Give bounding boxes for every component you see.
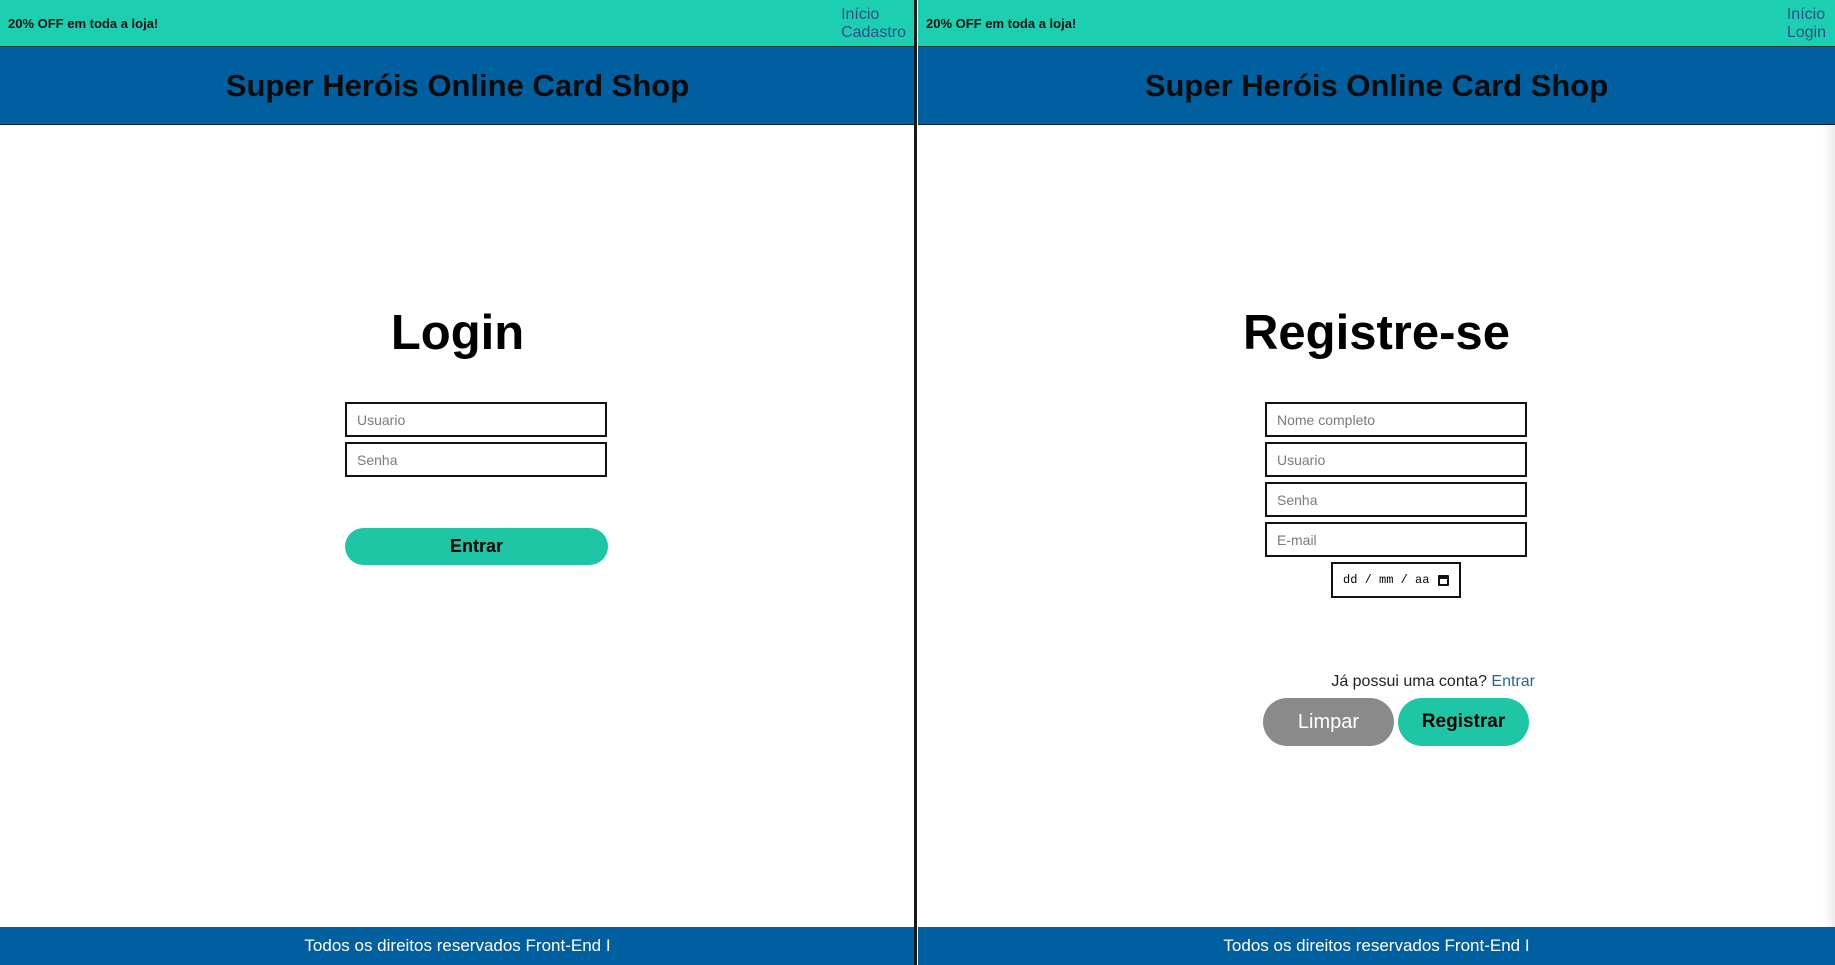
clear-button[interactable]: Limpar [1263, 698, 1394, 746]
have-account-prompt: Já possui uma conta? Entrar [1331, 673, 1535, 691]
nav-link-cadastro[interactable]: Cadastro [841, 24, 906, 42]
nav-link-inicio[interactable]: Início [1787, 6, 1826, 24]
promo-bar: 20% OFF em toda a loja! Início Login [918, 0, 1835, 47]
top-nav: Início Cadastro [841, 6, 906, 42]
fullname-input[interactable] [1265, 402, 1527, 437]
email-input[interactable] [1265, 522, 1527, 557]
username-input[interactable] [1265, 442, 1527, 477]
date-placeholder: dd / mm / aa [1343, 573, 1430, 587]
nav-link-login[interactable]: Login [1787, 24, 1826, 42]
have-account-text: Já possui uma conta? [1331, 673, 1487, 690]
password-input[interactable] [345, 442, 607, 477]
password-input[interactable] [1265, 482, 1527, 517]
site-title: Super Heróis Online Card Shop [1144, 68, 1609, 103]
footer-text: Todos os direitos reservados Front-End I [304, 936, 611, 955]
site-footer: Todos os direitos reservados Front-End I [0, 927, 915, 965]
register-button[interactable]: Registrar [1398, 698, 1529, 746]
pane-divider [914, 0, 917, 965]
register-title: Registre-se [1243, 306, 1510, 360]
login-title: Login [390, 306, 525, 360]
site-footer: Todos os direitos reservados Front-End I [918, 927, 1835, 965]
register-page: 20% OFF em toda a loja! Início Login Sup… [918, 0, 1835, 965]
calendar-icon[interactable] [1438, 574, 1449, 586]
login-button[interactable]: Entrar [345, 528, 608, 565]
username-input[interactable] [345, 402, 607, 437]
nav-link-inicio[interactable]: Início [841, 6, 906, 24]
promo-text: 20% OFF em toda a loja! [926, 16, 1077, 31]
footer-text: Todos os direitos reservados Front-End I [1223, 936, 1530, 955]
promo-bar: 20% OFF em toda a loja! Início Cadastro [0, 0, 915, 47]
login-link[interactable]: Entrar [1491, 673, 1535, 690]
site-header: Super Heróis Online Card Shop [0, 47, 915, 125]
login-page: 20% OFF em toda a loja! Início Cadastro … [0, 0, 915, 965]
site-header: Super Heróis Online Card Shop [918, 47, 1835, 125]
top-nav: Início Login [1787, 6, 1826, 42]
birthdate-input[interactable]: dd / mm / aa [1331, 562, 1461, 598]
promo-text: 20% OFF em toda a loja! [8, 16, 159, 31]
site-title: Super Heróis Online Card Shop [225, 68, 690, 103]
